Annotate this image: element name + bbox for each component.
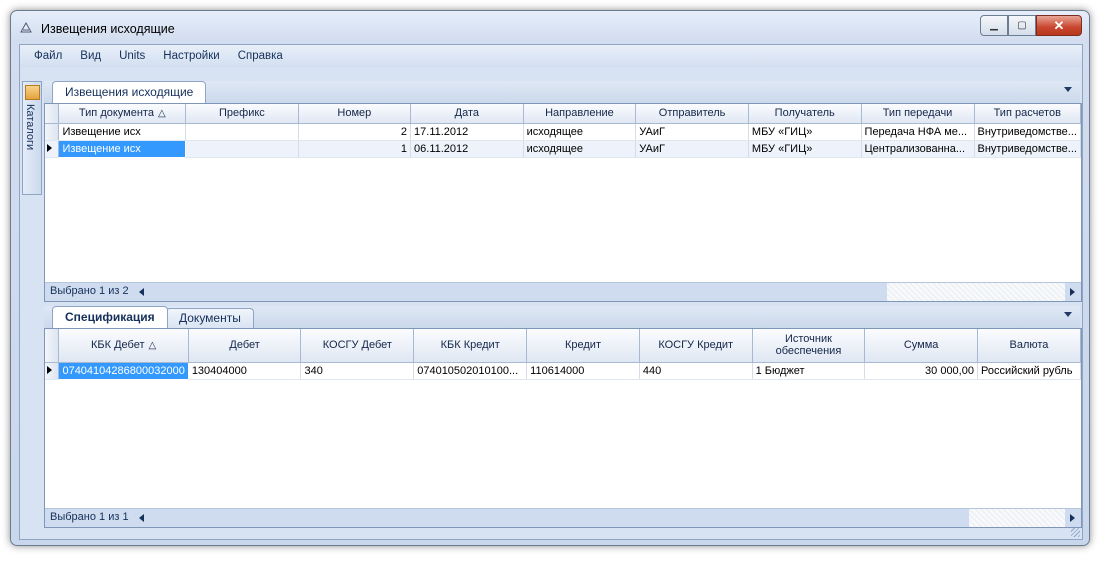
cell[interactable]: Российский рубль (977, 362, 1082, 380)
close-icon[interactable]: ✕ (1036, 15, 1082, 36)
menu-help[interactable]: Справка (238, 50, 283, 62)
tab-notices-outgoing[interactable]: Извещения исходящие (52, 81, 207, 103)
column-header-kosgu-debit[interactable]: КОСГУ Дебет (300, 329, 415, 363)
scroll-left-icon[interactable] (139, 288, 144, 296)
window: Извещения исходящие ▁ ▢ ✕ Файл Вид Units… (10, 10, 1090, 546)
table-row[interactable]: Извещение исх 2 17.11.2012 исходящее УАи… (45, 123, 1081, 141)
selection-count: Выбрано 1 из 2 (50, 285, 129, 297)
menu-settings[interactable]: Настройки (163, 50, 219, 62)
cell[interactable]: Централизованна... (861, 140, 975, 158)
row-indicator[interactable] (45, 362, 60, 380)
cell[interactable] (185, 123, 299, 141)
window-title: Извещения исходящие (41, 22, 175, 36)
row-indicator[interactable] (45, 123, 60, 141)
cell[interactable]: МБУ «ГИЦ» (748, 140, 862, 158)
title-bar[interactable]: Извещения исходящие ▁ ▢ ✕ (11, 11, 1089, 43)
sort-asc-icon: △ (157, 108, 166, 120)
column-header-doc-type[interactable]: Тип документа △ (58, 104, 187, 124)
bottom-tabstrip: Спецификация Документы (44, 306, 1080, 328)
cell[interactable]: 340 (300, 362, 415, 380)
cell[interactable]: Передача НФА ме... (861, 123, 975, 141)
current-row-icon (47, 365, 52, 374)
cell[interactable] (185, 140, 299, 158)
selection-count: Выбрано 1 из 1 (50, 511, 129, 523)
menu-file[interactable]: Файл (34, 50, 62, 62)
cell[interactable]: 440 (639, 362, 753, 380)
grid-footer: Выбрано 1 из 1 (45, 508, 1081, 527)
cell[interactable]: УАиГ (635, 140, 749, 158)
sidebar-catalogs[interactable]: Каталоги (22, 81, 42, 195)
column-header-currency[interactable]: Валюта (977, 329, 1082, 363)
tab-specification[interactable]: Спецификация (52, 306, 168, 328)
column-header-number[interactable]: Номер (298, 104, 412, 124)
cell[interactable]: исходящее (523, 123, 637, 141)
column-header-direction[interactable]: Направление (523, 104, 637, 124)
cell[interactable]: 30 000,00 (864, 362, 978, 380)
menu-view[interactable]: Вид (80, 50, 101, 62)
tab-documents[interactable]: Документы (166, 308, 254, 328)
cell[interactable]: 074010502010100... (413, 362, 528, 380)
current-row-icon (47, 143, 52, 152)
top-grid-panel: Тип документа △ Префикс Номер Дата Направ… (44, 103, 1082, 302)
scroll-right-icon[interactable] (1070, 514, 1075, 522)
top-tabstrip: Извещения исходящие (44, 81, 1080, 103)
column-header-credit[interactable]: Кредит (526, 329, 640, 363)
dropdown-arrow-icon[interactable] (1064, 87, 1072, 92)
scroll-left-icon[interactable] (139, 514, 144, 522)
minimize-icon[interactable]: ▁ (980, 15, 1008, 36)
cell[interactable]: Внутриведомстве... (974, 140, 1081, 158)
column-header-debit[interactable]: Дебет (188, 329, 302, 363)
cell[interactable]: МБУ «ГИЦ» (748, 123, 862, 141)
header-indicator (45, 329, 60, 363)
cell[interactable]: 07404104286800032000 (58, 361, 189, 380)
table-row[interactable]: Извещение исх 1 06.11.2012 исходящее УАи… (45, 139, 1081, 158)
table-row[interactable]: 07404104286800032000 130404000 340 07401… (45, 361, 1082, 380)
grid-footer: Выбрано 1 из 2 (45, 282, 1081, 301)
column-header-recipient[interactable]: Получатель (748, 104, 862, 124)
resize-grip-icon[interactable] (1071, 528, 1080, 537)
menu-bar: Файл Вид Units Настройки Справка (20, 45, 1082, 67)
cell[interactable]: Внутриведомстве... (974, 123, 1081, 141)
column-header-date[interactable]: Дата (410, 104, 524, 124)
cell[interactable]: 2 (298, 123, 412, 141)
bottom-grid: КБК Дебет △ Дебет КОСГУ Дебет КБК Кредит … (45, 329, 1082, 380)
column-header-amount[interactable]: Сумма (864, 329, 978, 363)
column-header-transfer-type[interactable]: Тип передачи (861, 104, 975, 124)
cell[interactable]: Извещение исх (58, 123, 187, 141)
cell[interactable]: 1 (298, 140, 412, 158)
column-header-kbk-debit[interactable]: КБК Дебет △ (58, 329, 189, 363)
cell[interactable]: 110614000 (526, 362, 640, 380)
cell[interactable]: 130404000 (188, 362, 302, 380)
cell[interactable]: Извещение исх (58, 139, 187, 158)
app-icon (20, 21, 32, 33)
window-controls: ▁ ▢ ✕ (980, 15, 1082, 36)
sidebar-label: Каталоги (24, 104, 36, 151)
bottom-grid-panel: КБК Дебет △ Дебет КОСГУ Дебет КБК Кредит … (44, 328, 1082, 528)
top-grid: Тип документа △ Префикс Номер Дата Направ… (45, 104, 1081, 158)
column-header-funding-source[interactable]: Источник обеспечения (752, 329, 866, 363)
header-indicator (45, 104, 60, 124)
dropdown-arrow-icon[interactable] (1064, 312, 1072, 317)
maximize-icon[interactable]: ▢ (1008, 15, 1036, 36)
scrollbar-track[interactable] (887, 283, 1065, 301)
cell[interactable]: исходящее (523, 140, 637, 158)
scrollbar-track[interactable] (969, 509, 1065, 527)
scroll-right-icon[interactable] (1070, 288, 1075, 296)
menu-units[interactable]: Units (119, 50, 145, 62)
cell[interactable]: 17.11.2012 (410, 123, 524, 141)
client-area: Файл Вид Units Настройки Справка Каталог… (19, 44, 1083, 540)
column-header-kosgu-credit[interactable]: КОСГУ Кредит (639, 329, 753, 363)
cell[interactable]: 06.11.2012 (410, 140, 524, 158)
column-header-payment-type[interactable]: Тип расчетов (974, 104, 1081, 124)
sort-asc-icon: △ (148, 340, 157, 352)
catalog-icon (25, 85, 40, 100)
column-header-prefix[interactable]: Префикс (185, 104, 299, 124)
cell[interactable]: 1 Бюджет (752, 362, 866, 380)
column-header-kbk-credit[interactable]: КБК Кредит (413, 329, 528, 363)
row-indicator[interactable] (45, 140, 60, 158)
cell[interactable]: УАиГ (635, 123, 749, 141)
column-header-sender[interactable]: Отправитель (635, 104, 749, 124)
